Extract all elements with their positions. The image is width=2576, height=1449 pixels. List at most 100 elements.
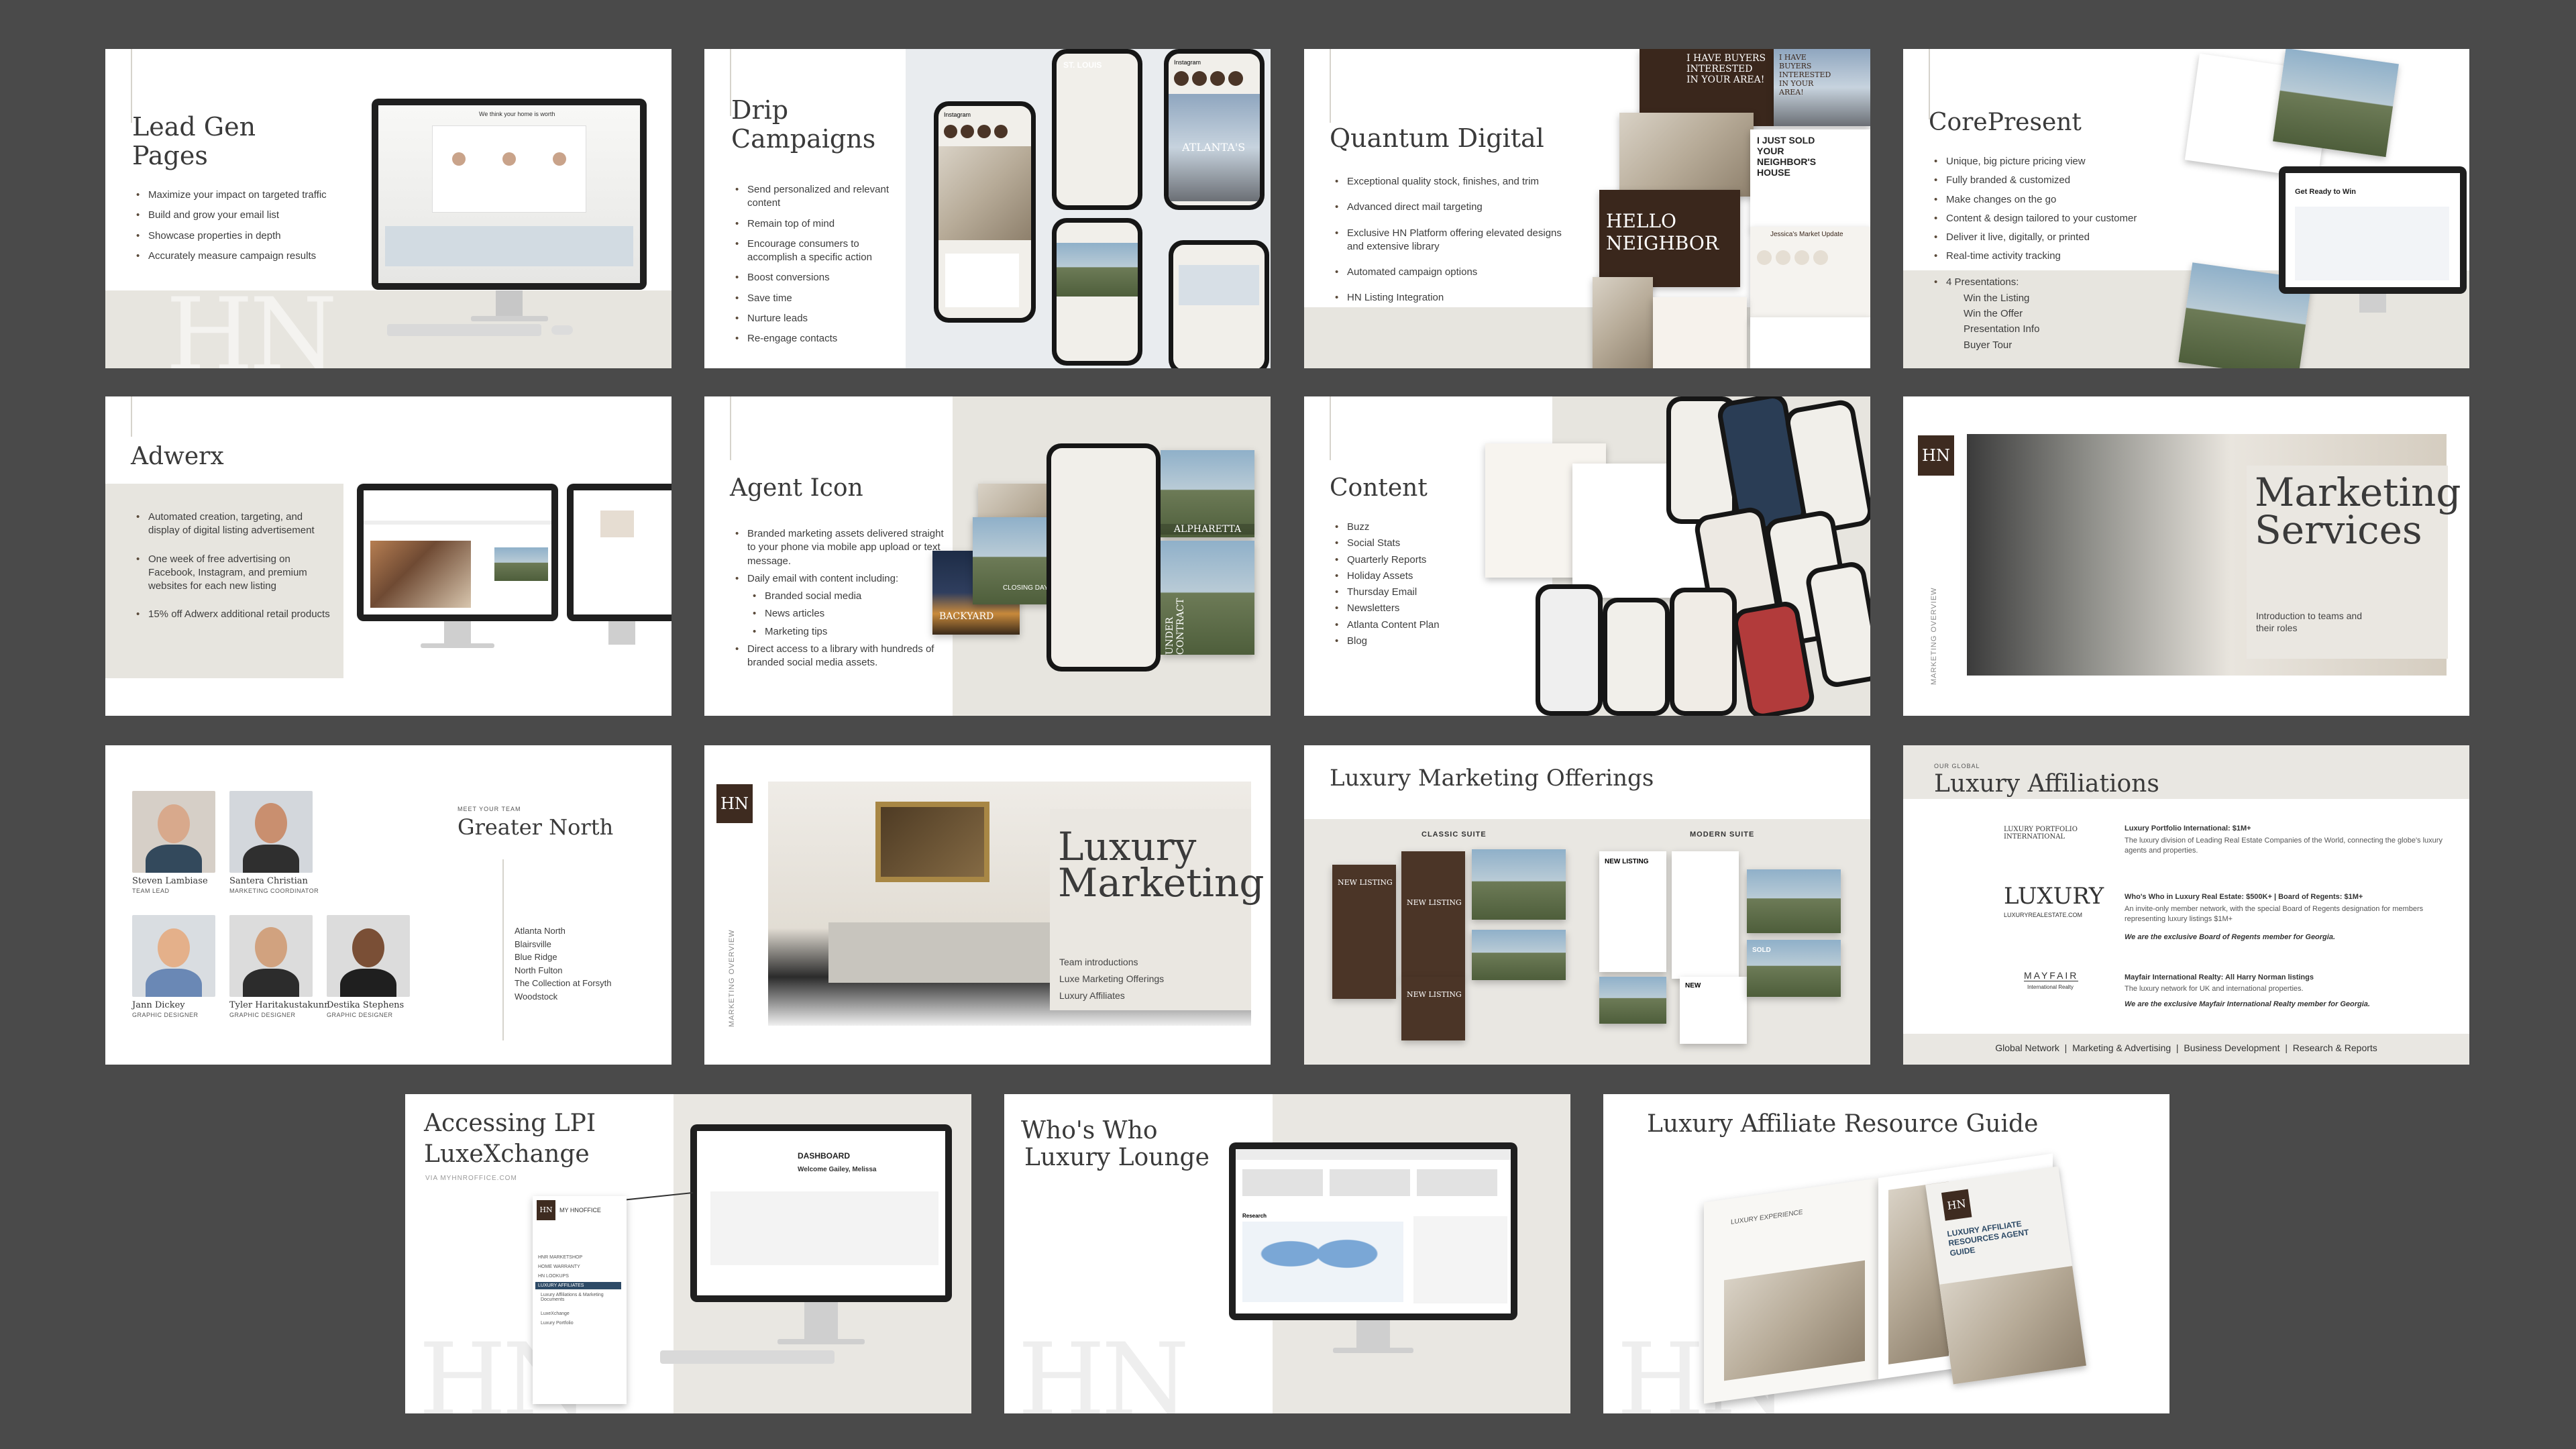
suite-card [1747,869,1841,933]
office: North Fulton [515,965,563,975]
slide-adwerx[interactable]: Adwerx Automated creation, targeting, an… [105,396,672,716]
brochure-text: LUXURY EXPERIENCE [1731,1208,1803,1226]
postcard [1653,297,1747,368]
monitor: We think your home is worth [372,99,647,290]
bullet-list: Automated creation, targeting, and displ… [133,511,335,629]
watermark: HN [1018,1322,1189,1413]
sub-bullet: Branded social media [733,590,944,604]
bullet: Make changes on the go [1931,193,2153,207]
slide-marketing-services[interactable]: HN MARKETING OVERVIEW Marketing Services… [1903,396,2469,716]
phone-mockup [1536,584,1603,716]
bullet: Fully branded & customized [1931,174,2153,188]
slide-title: Drip Campaigns [731,95,876,154]
suite-card [1472,930,1566,980]
divider [1330,49,1331,123]
slide-quantum-digital[interactable]: Quantum Digital Exceptional quality stoc… [1304,49,1870,368]
affiliation-body: The luxury division of Leading Real Esta… [2125,837,2443,855]
bullet: Exclusive HN Platform offering elevated … [1332,227,1574,254]
bullet: Save time [733,292,907,306]
suite-card: NEW [1680,977,1747,1044]
bullet: Deliver it live, digitally, or printed [1931,231,2153,245]
menu-item-active[interactable]: LUXURY AFFILIATES [535,1282,621,1289]
phone-mockup: Instagram [934,101,1036,323]
bullet: 4 Presentations: [1931,276,2153,290]
menu-item[interactable]: LuxeXchange [541,1311,570,1316]
agenda-item: Team introductions [1059,957,1138,967]
suite-card: NEW LISTING [1401,977,1465,1040]
presentation-page [2273,49,2399,158]
monitor: Get Ready to Win [2279,166,2467,294]
screen-label: Research [1242,1213,1267,1219]
lpi-logo: LUXURY PORTFOLIO INTERNATIONAL [2004,826,2078,841]
slide-title: Lead Gen Pages [132,112,256,170]
slide-luxury-affiliations[interactable]: OUR GLOBAL Luxury Affiliations LUXURY PO… [1903,745,2469,1065]
suite-card: SOLD [1747,940,1841,997]
phone-mockup [1052,218,1142,366]
office: Atlanta North [515,926,566,936]
member-name: Steven Lambiase [132,876,208,886]
team-photo [229,915,313,997]
guide-cover: HN LUXURY AFFILIATE RESOURCES AGENT GUID… [1925,1166,2086,1385]
modern-suite-label: MODERN SUITE [1690,830,1755,839]
bullet: Automated campaign options [1332,266,1574,280]
bullet: Content & design tailored to your custom… [1931,212,2153,226]
agenda-item: Luxury Affiliates [1059,990,1125,1001]
bullet: Remain top of mind [733,217,907,231]
slide-title: Adwerx [131,443,224,470]
slide-drip-campaigns[interactable]: Drip Campaigns Send personalized and rel… [704,49,1271,368]
menu-item[interactable]: HN LOOKUPS [538,1274,569,1279]
phone-mockup: ST. LOUIS [1052,49,1142,210]
team-photo [132,915,215,997]
phone-mockup [1670,588,1737,716]
slide-accessing-lpi[interactable]: HN Accessing LPI LuxeXchange VIA MYHNROF… [405,1094,971,1413]
team-photo [327,915,410,997]
divider [730,396,731,460]
slide-team[interactable]: Steven Lambiase TEAM LEAD Santera Christ… [105,745,672,1065]
bullet: Advanced direct mail targeting [1332,201,1574,215]
bullet: Unique, big picture pricing view [1931,155,2153,169]
bullet: Newsletters [1332,602,1480,616]
whos-who-logo: LUXURY [2004,883,2104,910]
phone-mockup [1603,598,1670,716]
menu-item[interactable]: HNR MARKETSHOP [538,1255,582,1260]
slide-title: Who's Who [1021,1117,1158,1144]
monitor-stand [2359,294,2386,313]
bullet: Thursday Email [1332,586,1480,600]
member-role: GRAPHIC DESIGNER [132,1012,199,1018]
monitor-stand [496,290,523,317]
member-role: MARKETING COORDINATOR [229,888,319,894]
menu-item[interactable]: HOME WARRANTY [538,1265,580,1269]
postcard: I JUST SOLD YOUR NEIGHBOR'S HOUSE [1750,129,1870,230]
menu-item[interactable]: Luxury Portfolio [541,1321,574,1326]
divider [1330,396,1331,460]
office-list: Atlanta North Blairsville Blue Ridge Nor… [515,925,649,1004]
team-photo [132,791,215,873]
slide-luxury-offerings[interactable]: Luxury Marketing Offerings CLASSIC SUITE… [1304,745,1870,1065]
slide-content[interactable]: Content Buzz Social Stats Quarterly Repo… [1304,396,1870,716]
slide-whos-who[interactable]: HN Who's Who Luxury Lounge Research [1004,1094,1570,1413]
postcard [1750,317,1870,368]
postcard [1593,277,1653,368]
slide-corepresent[interactable]: CorePresent Unique, big picture pricing … [1903,49,2469,368]
phone-mockup [1169,240,1269,368]
slide-luxury-marketing[interactable]: HN MARKETING OVERVIEW Luxury Marketing T… [704,745,1271,1065]
bullet: Blog [1332,635,1480,649]
sub-bullet: Win the Offer [1964,308,2023,319]
keyboard [660,1350,835,1364]
slide-resource-guide[interactable]: HN Luxury Affiliate Resource Guide LUXUR… [1603,1094,2169,1413]
bullet: Atlanta Content Plan [1332,619,1480,633]
slide-lead-gen[interactable]: HN Lead Gen Pages Maximize your impact o… [105,49,672,368]
sub-bullet: Win the Listing [1964,292,2030,304]
menu-item[interactable]: Luxury Affiliations & Marketing Document… [541,1293,618,1302]
bullet: Buzz [1332,521,1480,535]
slide-agent-icon[interactable]: Agent Icon Branded marketing assets deli… [704,396,1271,716]
menu-panel: HN MY HNOFFICE HNR MARKETSHOP HOME WARRA… [533,1196,627,1404]
title-panel: Luxury Marketing Team introductions Luxe… [1050,809,1265,1010]
watermark: HN [166,277,337,368]
bullet: Automated creation, targeting, and displ… [133,511,335,538]
monitor-stand [804,1302,838,1342]
whos-who-logo-sub: LUXURYREALESTATE.COM [2004,912,2083,918]
team-photo [229,791,313,873]
menu-brand: MY HNOFFICE [559,1207,601,1214]
member-role: GRAPHIC DESIGNER [229,1012,296,1018]
